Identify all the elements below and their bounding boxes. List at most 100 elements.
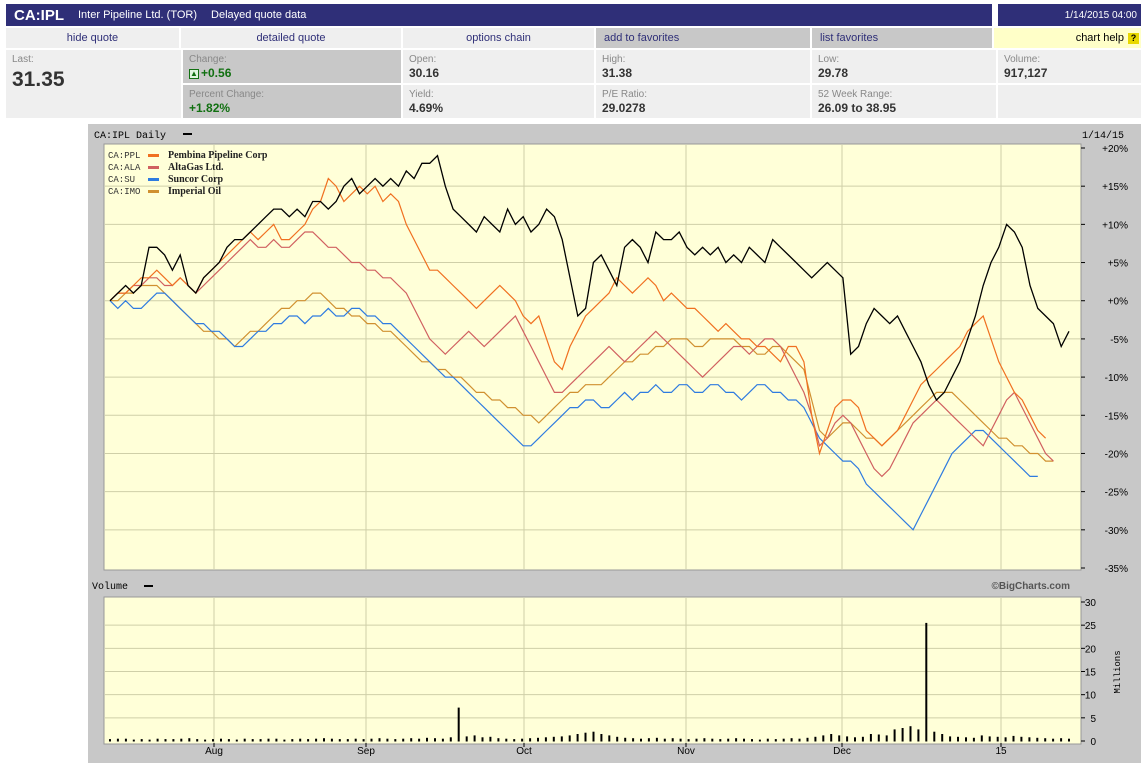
volume-bar [869,734,872,742]
volume-bar [647,738,650,742]
volume-bar [109,739,111,742]
volume-bar [972,737,975,742]
price-ytick-label: -30% [1105,526,1128,537]
volume-bar [751,739,753,742]
low-label: Low: [818,54,840,65]
volume-bar [727,738,730,742]
price-panel-header [90,127,1139,142]
volume-cell: Volume: 917,127 [998,50,1141,83]
list-favorites-link[interactable]: list favorites [812,28,994,48]
volume-bar [552,736,555,742]
volume-bar [711,738,714,742]
volume-bar [576,734,579,742]
price-ytick-label: +20% [1102,144,1128,155]
ticker-symbol: CA:IPL [14,6,64,24]
header-bar: CA:IPL Inter Pipeline Ltd. (TOR) Delayed… [6,4,1141,26]
volume-bar [1020,736,1023,742]
open-cell: Open: 30.16 [403,50,594,83]
volume-bar [782,738,785,742]
volume-bar [1044,738,1047,742]
legend-swatch [148,166,159,169]
volume-bar [513,739,516,742]
volume-bar [925,622,928,742]
price-plot-area [103,143,1082,571]
chart-title-menu-icon [183,133,192,135]
volume-bar [671,738,674,742]
range-label: 52 Week Range: [818,89,893,100]
volume-bar [909,726,912,742]
volume-plot-area [103,596,1082,745]
volume-bar [132,739,135,742]
legend-swatch [148,178,159,181]
change-value: +0.56 [201,66,232,80]
price-ytick-label: -15% [1105,411,1128,422]
volume-menu-icon [144,585,153,587]
chart-date: 1/14/15 [1082,130,1124,142]
volume-bar [220,738,222,742]
volume-bar [632,738,635,742]
low-cell: Low: 29.78 [812,50,996,83]
percent-change-cell: Percent Change: +1.82% [183,85,401,118]
volume-bar [156,738,159,742]
volume-bar [386,738,389,742]
volume-ytick-label: 5 [1090,714,1096,725]
volume-bar [608,735,611,742]
volume-bar [838,735,841,742]
bigcharts-credit: ©BigCharts.com [992,581,1071,592]
volume-bar [965,737,967,742]
volume-bar [378,738,381,742]
volume-bar [846,736,849,742]
help-icon: ? [1128,32,1139,44]
volume-bar [291,739,294,742]
volume-bar [592,731,595,742]
volume-bar [473,735,476,742]
chart-help-link[interactable]: chart help ? [994,28,1141,48]
volume-bar [116,738,119,742]
volume-bar [949,736,952,742]
high-value: 31.38 [602,66,633,80]
volume-bar [426,737,428,742]
price-ytick-label: +10% [1102,220,1128,231]
change-label: Change: [189,54,227,65]
volume-bar [465,736,468,742]
volume-bar [996,736,999,742]
options-chain-link[interactable]: options chain [403,28,596,48]
hide-quote-link[interactable]: hide quote [6,28,181,48]
volume-ytick-label: 20 [1085,644,1097,655]
volume-bar [338,739,341,742]
volume-ytick-label: 0 [1090,737,1096,748]
volume-bar [243,738,246,742]
volume-bar [402,738,405,742]
volume-bar [640,738,642,742]
x-tick-label: Sep [357,746,375,757]
volume-bar [481,737,484,742]
volume-bar [663,738,666,742]
volume-value: 917,127 [1004,66,1048,80]
volume-bar [227,739,230,742]
price-ytick-label: -20% [1105,449,1128,460]
volume-bar [568,735,571,742]
legend-code: CA:PPL [108,151,140,161]
volume-bar [735,738,738,742]
volume-bar [719,739,722,742]
volume-bar [275,738,278,742]
header-main: CA:IPL Inter Pipeline Ltd. (TOR) Delayed… [6,4,992,26]
volume-bar [323,738,325,742]
volume-bar [766,738,769,742]
volume-bar [957,736,959,742]
add-favorites-link[interactable]: add to favorites [596,28,812,48]
pe-value: 29.0278 [602,101,646,115]
volume-bar [877,734,880,742]
pct-value: +1.82% [189,101,231,115]
volume-bar [901,728,904,742]
detailed-quote-link[interactable]: detailed quote [181,28,403,48]
chart-title: CA:IPL Daily [94,130,166,142]
volume-bar [830,734,833,742]
last-price-cell: Last: 31.35 [6,50,181,118]
volume-bar [212,739,214,742]
price-ytick-label: +0% [1108,297,1128,308]
volume-bar [140,739,143,742]
legend-name: Imperial Oil [168,186,221,197]
legend-name: AltaGas Ltd. [168,162,224,173]
high-label: High: [602,54,626,65]
